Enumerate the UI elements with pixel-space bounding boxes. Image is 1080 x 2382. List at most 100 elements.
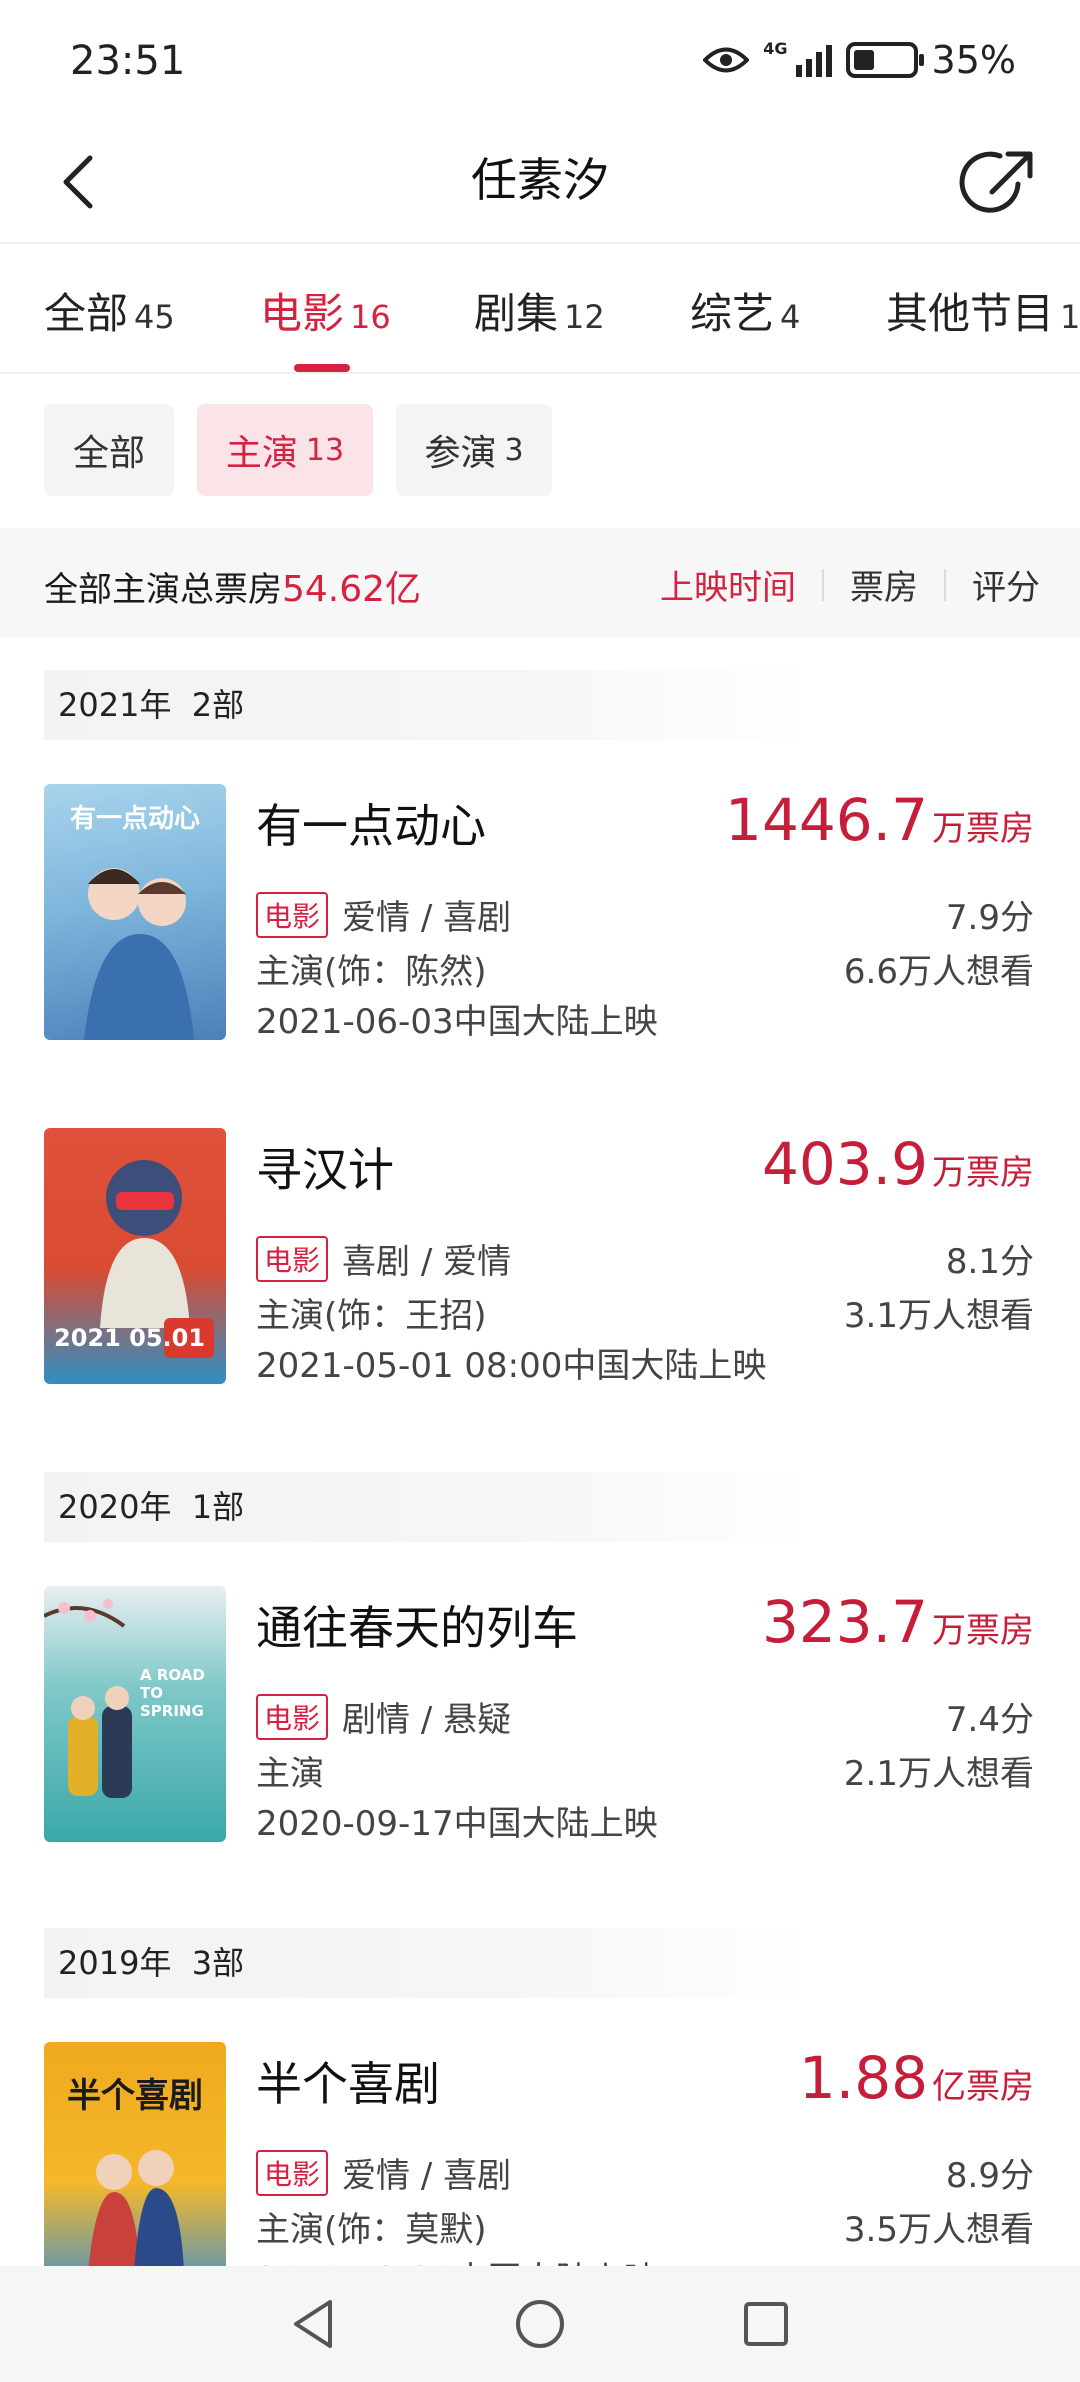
role: 主演 xyxy=(256,1754,324,1794)
year-header: 2019年 3部 xyxy=(44,1928,814,1998)
total-label: 全部主演总票房 xyxy=(44,570,282,610)
nav-recents-icon[interactable] xyxy=(736,2294,796,2354)
movie-item[interactable]: 2021 05.01 寻汉计 403.9 万票房 电影 喜剧 / 爱情 主演(饰：… xyxy=(0,1128,1080,1398)
poster-title: 2021 05.01 xyxy=(54,1324,206,1352)
status-time: 23:51 xyxy=(70,38,186,84)
chip-all[interactable]: 全部 xyxy=(44,404,174,496)
total-box-office: 全部主演总票房54.62亿 xyxy=(44,560,421,612)
want-count: 3.5万人想看 xyxy=(843,2210,1034,2250)
movie-title: 有一点动心 xyxy=(256,799,486,853)
eye-icon xyxy=(703,47,750,73)
status-icons: 4G 35% xyxy=(703,38,1016,82)
nav-home-icon[interactable] xyxy=(510,2294,570,2354)
movie-meta: 电影 剧情 / 悬疑 xyxy=(256,1692,511,1741)
poster-figures xyxy=(88,2150,184,2272)
role: 主演(饰：王招) xyxy=(256,1296,487,1336)
rating: 7.4分 xyxy=(945,1700,1034,1740)
type-badge: 电影 xyxy=(256,2149,329,2196)
app-header: 任素汐 xyxy=(0,120,1080,244)
want-count: 6.6万人想看 xyxy=(843,952,1034,992)
movie-poster[interactable]: A ROAD TO SPRING xyxy=(44,1586,226,1842)
year-label: 2020年 xyxy=(58,1488,172,1526)
chip-label: 参演 xyxy=(424,433,497,474)
movie-title: 通往春天的列车 xyxy=(256,1601,578,1655)
movie-poster[interactable]: 2021 05.01 xyxy=(44,1128,226,1384)
want-count: 2.1万人想看 xyxy=(843,1754,1034,1794)
sort-release-date[interactable]: 上映时间 xyxy=(660,560,796,609)
release-info: 2020-09-17中国大陆上映 xyxy=(256,1804,658,1844)
movie-meta: 电影 爱情 / 喜剧 xyxy=(256,890,511,939)
role: 主演(饰：陈然) xyxy=(256,952,487,992)
year-label: 2021年 xyxy=(58,686,172,724)
tab-label: 电影 xyxy=(260,289,345,338)
box-office-value: 1446.7 xyxy=(725,786,928,854)
sort-box-office[interactable]: 票房 xyxy=(850,560,918,609)
want-count: 3.1万人想看 xyxy=(843,1296,1034,1336)
genres: 爱情 / 喜剧 xyxy=(342,898,512,938)
chip-supporting[interactable]: 参演 3 xyxy=(396,404,552,496)
rating: 7.9分 xyxy=(945,898,1034,938)
box-office-unit: 万票房 xyxy=(932,809,1034,849)
movie-poster[interactable]: 半个喜剧 xyxy=(44,2042,226,2298)
tab-count: 1 xyxy=(1060,298,1080,336)
category-tabs: 全部 45 电影 16 剧集 12 综艺 4 其他节目 1 xyxy=(0,246,1080,374)
tab-label: 剧集 xyxy=(474,289,559,338)
rating: 8.9分 xyxy=(945,2156,1034,2196)
tab-active-indicator xyxy=(294,364,350,372)
box-office-value: 323.7 xyxy=(761,1588,928,1656)
movie-title: 寻汉计 xyxy=(256,1143,394,1197)
poster-figures xyxy=(84,868,194,1040)
genres: 爱情 / 喜剧 xyxy=(342,2156,512,2196)
tab-count: 16 xyxy=(350,298,391,336)
chip-lead[interactable]: 主演 13 xyxy=(197,404,373,496)
box-office: 323.7 万票房 xyxy=(762,1588,1034,1656)
tab-count: 12 xyxy=(564,298,605,336)
tab-series[interactable]: 剧集 12 xyxy=(474,280,605,341)
signal-icon xyxy=(795,43,832,77)
battery-icon xyxy=(845,42,924,78)
movie-item[interactable]: A ROAD TO SPRING 通往春天的列车 323.7 万票房 电影 剧情 … xyxy=(0,1586,1080,1856)
network-type: 4G xyxy=(763,38,788,58)
year-count: 3部 xyxy=(191,1944,245,1982)
divider xyxy=(944,568,946,601)
share-icon[interactable] xyxy=(958,142,1042,226)
page-title: 任素汐 xyxy=(471,153,609,207)
box-office-unit: 亿票房 xyxy=(932,2067,1034,2107)
nav-back-icon[interactable] xyxy=(284,2294,344,2354)
box-office: 1446.7 万票房 xyxy=(725,786,1034,854)
rating: 8.1分 xyxy=(945,1242,1034,1282)
chip-count: 3 xyxy=(504,432,524,468)
box-office-value: 403.9 xyxy=(761,1130,928,1198)
tab-count: 4 xyxy=(780,298,801,336)
divider xyxy=(822,568,824,601)
sort-rating[interactable]: 评分 xyxy=(972,560,1040,609)
movie-item[interactable]: 有一点动心 有一点动心 1446.7 万票房 电影 爱情 / 喜剧 主演(饰：陈然… xyxy=(0,784,1080,1054)
chip-label: 全部 xyxy=(72,433,145,474)
box-office: 1.88 亿票房 xyxy=(799,2044,1034,2112)
movie-meta: 电影 爱情 / 喜剧 xyxy=(256,2148,511,2197)
status-bar: 23:51 4G 35% xyxy=(0,0,1080,120)
poster-title: A ROAD TO SPRING xyxy=(140,1666,205,1720)
total-value: 54.62亿 xyxy=(282,569,422,610)
role: 主演(饰：莫默) xyxy=(256,2210,487,2250)
release-info: 2021-05-01 08:00中国大陆上映 xyxy=(256,1346,767,1386)
type-badge: 电影 xyxy=(256,891,329,938)
tab-label: 综艺 xyxy=(690,289,775,338)
year-label: 2019年 xyxy=(58,1944,172,1982)
movie-title: 半个喜剧 xyxy=(256,2057,440,2111)
tab-variety[interactable]: 综艺 4 xyxy=(690,280,800,341)
system-nav-bar xyxy=(0,2266,1080,2382)
tab-movies[interactable]: 电影 16 xyxy=(260,280,391,341)
genres: 剧情 / 悬疑 xyxy=(342,1700,512,1740)
tab-count: 45 xyxy=(134,298,175,336)
genres: 喜剧 / 爱情 xyxy=(342,1242,512,1282)
tab-other[interactable]: 其他节目 1 xyxy=(886,280,1080,341)
tab-all[interactable]: 全部 45 xyxy=(44,280,175,341)
chip-label: 主演 xyxy=(225,433,298,474)
role-filter: 全部 主演 13 参演 3 xyxy=(0,376,1080,520)
box-office-summary: 全部主演总票房54.62亿 上映时间 票房 评分 xyxy=(0,528,1080,638)
year-header: 2020年 1部 xyxy=(44,1472,814,1542)
type-badge: 电影 xyxy=(256,1235,329,1282)
movie-poster[interactable]: 有一点动心 xyxy=(44,784,226,1040)
year-header: 2021年 2部 xyxy=(44,670,814,740)
